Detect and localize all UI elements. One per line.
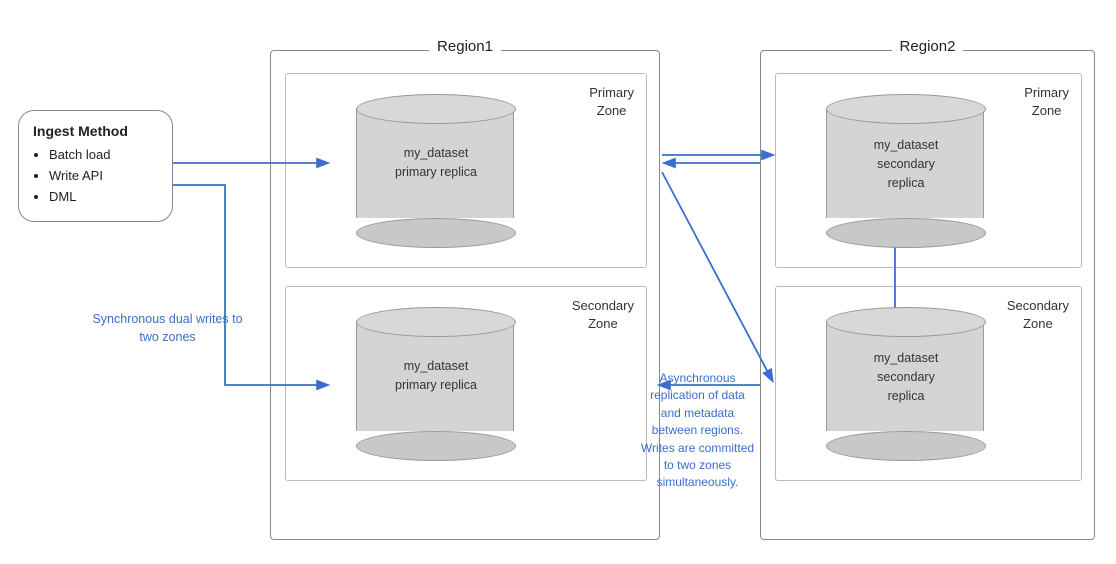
region2-label: Region2: [892, 38, 964, 55]
region1-secondary-zone: SecondaryZone my_dataset primary replica: [285, 286, 647, 481]
sync-annotation: Synchronous dual writes to two zones: [85, 310, 250, 346]
ingest-item-write: Write API: [49, 166, 158, 187]
ingest-item-dml: DML: [49, 187, 158, 208]
region1-secondary-zone-label: SecondaryZone: [572, 297, 634, 333]
ingest-item-batch: Batch load: [49, 145, 158, 166]
region2-secondary-zone-label: SecondaryZone: [1007, 297, 1069, 333]
ingest-title: Ingest Method: [33, 123, 158, 139]
region2-primary-zone: PrimaryZone my_dataset secondary replica: [775, 73, 1082, 268]
region1-secondary-cylinder: my_dataset primary replica: [356, 307, 516, 457]
region1-label: Region1: [429, 38, 501, 55]
region1-secondary-cyl-label: my_dataset primary replica: [356, 357, 516, 395]
region1-primary-cyl-label: my_dataset primary replica: [356, 144, 516, 182]
ingest-list: Batch load Write API DML: [33, 145, 158, 207]
region2-box: Region2 PrimaryZone my_dataset secondary…: [760, 50, 1095, 540]
region1-primary-zone: PrimaryZone my_dataset primary replica: [285, 73, 647, 268]
region2-secondary-cylinder: my_dataset secondary replica: [826, 307, 986, 457]
region2-secondary-cyl-label: my_dataset secondary replica: [826, 349, 986, 405]
region1-primary-cylinder: my_dataset primary replica: [356, 94, 516, 244]
region2-primary-cyl-label: my_dataset secondary replica: [826, 136, 986, 192]
diagram-container: Ingest Method Batch load Write API DML R…: [0, 0, 1116, 564]
region2-primary-zone-label: PrimaryZone: [1024, 84, 1069, 120]
region1-box: Region1 PrimaryZone my_dataset primary r…: [270, 50, 660, 540]
ingest-box: Ingest Method Batch load Write API DML: [18, 110, 173, 222]
async-annotation: Asynchronousreplication of dataand metad…: [615, 370, 780, 492]
async-text: Asynchronousreplication of dataand metad…: [641, 371, 754, 489]
sync-text: Synchronous dual writes to two zones: [92, 312, 242, 344]
region2-primary-cylinder: my_dataset secondary replica: [826, 94, 986, 244]
region2-secondary-zone: SecondaryZone my_dataset secondary repli…: [775, 286, 1082, 481]
region1-primary-zone-label: PrimaryZone: [589, 84, 634, 120]
